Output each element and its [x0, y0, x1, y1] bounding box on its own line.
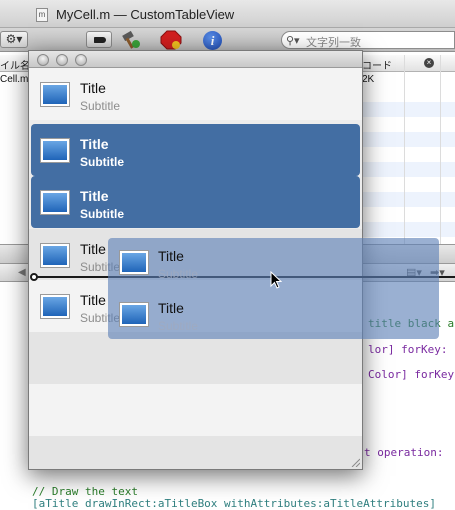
resize-grip-icon[interactable] — [350, 457, 360, 467]
cell-title: Title — [80, 136, 109, 152]
column-header-filename[interactable]: イル名 — [0, 57, 30, 72]
document-icon: m — [36, 8, 48, 22]
table-stripe — [362, 132, 455, 147]
code-line: [aTitle drawInRect:aTitleBox withAttribu… — [32, 497, 436, 510]
stop-icon[interactable] — [160, 30, 182, 50]
empty-row — [29, 436, 362, 469]
table-row-selected[interactable]: Title Subtitle — [31, 176, 360, 228]
code-line: lor] forKey: — [368, 343, 448, 356]
zoom-window-button[interactable] — [75, 54, 87, 66]
tag-icon[interactable] — [86, 31, 112, 48]
empty-row — [29, 384, 362, 436]
close-window-button[interactable] — [37, 54, 49, 66]
image-icon — [119, 302, 149, 327]
search-icon: ⚲▾ — [286, 35, 300, 47]
table-stripe — [362, 162, 455, 177]
cell-subtitle: Subtitle — [80, 99, 121, 113]
search-input[interactable]: ⚲▾ 文字列一致 — [281, 31, 455, 49]
info-icon[interactable]: i — [203, 31, 222, 50]
dragged-cell-subtitle: Subtitle — [158, 267, 199, 281]
cell-title: Title — [80, 188, 109, 204]
cell-subtitle: Subtitle — [80, 207, 124, 221]
table-stripe — [362, 102, 455, 117]
close-icon[interactable]: × — [424, 58, 434, 68]
file-name-cell: Cell.m — [0, 74, 29, 85]
hammer-icon[interactable] — [120, 30, 142, 50]
drop-indicator-circle — [30, 273, 38, 281]
background-toolbar: ⚙▾ i ⚲▾ 文字列一致 — [0, 28, 455, 52]
table-stripe — [362, 192, 455, 207]
image-icon — [40, 190, 70, 215]
table-row[interactable]: Title Subtitle — [29, 68, 362, 120]
file-size-cell: 2K — [362, 74, 375, 85]
column-header-code[interactable]: コード — [362, 57, 392, 72]
code-line: Color] forKey: — [368, 368, 455, 381]
table-row-selected[interactable]: Title Subtitle — [31, 124, 360, 176]
code-line: t operation: — [364, 446, 444, 459]
table-stripe — [362, 222, 455, 237]
cell-title: Title — [80, 292, 106, 308]
background-window-title: MyCell.m — CustomTableView — [56, 7, 235, 22]
cell-title: Title — [80, 80, 106, 96]
image-icon — [119, 250, 149, 275]
app-window-titlebar[interactable] — [29, 51, 362, 68]
cell-subtitle: Subtitle — [80, 155, 124, 169]
dragged-cell-title: Title — [158, 300, 184, 316]
column-divider — [440, 55, 441, 245]
image-icon — [40, 294, 70, 319]
minimize-window-button[interactable] — [56, 54, 68, 66]
column-divider — [404, 55, 405, 245]
background-window-titlebar: m MyCell.m — CustomTableView — [0, 0, 455, 28]
cursor-icon — [270, 271, 282, 289]
gear-icon[interactable]: ⚙▾ — [0, 31, 28, 48]
cell-title: Title — [80, 241, 106, 257]
image-icon — [40, 138, 70, 163]
dragged-cell: Title Subtitle — [108, 290, 439, 340]
dragged-cell-title: Title — [158, 248, 184, 264]
search-placeholder: 文字列一致 — [306, 37, 361, 49]
image-icon — [40, 82, 70, 107]
back-arrow-icon[interactable]: ◀ — [18, 267, 26, 278]
dragged-cell-subtitle: Subtitle — [158, 319, 199, 333]
image-icon — [40, 243, 70, 268]
